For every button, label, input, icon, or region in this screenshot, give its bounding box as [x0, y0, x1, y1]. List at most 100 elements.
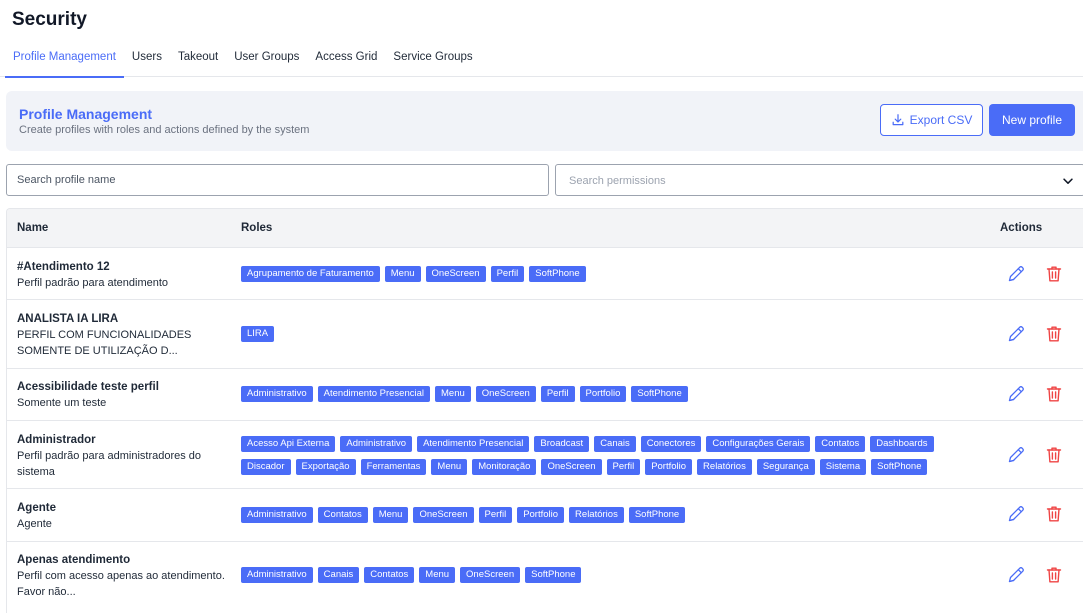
role-badge: Contatos — [815, 436, 866, 452]
profile-name: Apenas atendimento — [17, 554, 131, 566]
pencil-icon[interactable] — [1006, 445, 1026, 465]
role-badge: OneScreen — [541, 459, 602, 475]
trash-icon[interactable] — [1044, 445, 1064, 465]
trash-icon[interactable] — [1044, 565, 1064, 585]
profile-name-cell: Apenas atendimento Perfil com acesso apen… — [17, 552, 227, 600]
role-badge: Atendimento Presencial — [417, 436, 530, 452]
tab-takeout[interactable]: Takeout — [170, 44, 226, 77]
search-permissions-select[interactable]: Search permissions — [555, 164, 1083, 196]
pencil-icon[interactable] — [1006, 565, 1026, 585]
pencil-icon[interactable] — [1006, 504, 1026, 524]
trash-icon[interactable] — [1044, 264, 1064, 284]
role-badge: Administrativo — [241, 386, 313, 402]
role-badge: SoftPhone — [525, 567, 582, 583]
role-badge: SoftPhone — [628, 507, 686, 523]
profile-name-cell: Administrador Perfil padrão para administ… — [17, 432, 227, 480]
tab-users[interactable]: Users — [124, 44, 170, 77]
role-badge: OneScreen — [475, 386, 536, 402]
role-badge: Contatos — [364, 567, 415, 583]
page-title: Security — [12, 9, 87, 30]
role-badge: Menu — [372, 507, 409, 523]
trash-icon[interactable] — [1044, 504, 1064, 524]
profile-name-cell: Agente Agente — [17, 500, 227, 532]
section-subtitle: Create profiles with roles and actions d… — [19, 124, 310, 136]
role-badge: Sistema — [819, 459, 867, 475]
tab-bar: Profile Management Users Takeout User Gr… — [0, 44, 1083, 78]
pencil-icon[interactable] — [1006, 264, 1026, 284]
roles-list: Administrativo Atendimento Presencial Menu… — [241, 386, 971, 402]
table-row: Apenas atendimento Perfil com acesso apen… — [7, 542, 1083, 613]
role-badge: Agrupamento de Faturamento — [241, 266, 380, 282]
tab-service-groups[interactable]: Service Groups — [385, 44, 480, 77]
role-badge: Perfil — [478, 507, 513, 523]
tab-user-groups[interactable]: User Groups — [226, 44, 307, 77]
chevron-down-icon — [1063, 178, 1073, 184]
role-badge: Perfil — [540, 386, 575, 402]
role-badge: Contatos — [317, 507, 368, 523]
pencil-icon[interactable] — [1006, 324, 1026, 344]
profile-name: #Atendimento 12 — [17, 261, 110, 273]
role-badge: Administrativo — [241, 507, 313, 523]
role-badge: Relatórios — [569, 507, 624, 523]
profiles-table: Name Roles Actions #Atendimento 12 Perfil… — [6, 208, 1083, 613]
profile-description: Perfil com acesso apenas ao atendimento.… — [17, 570, 225, 598]
table-row: #Atendimento 12 Perfil padrão para atendi… — [7, 248, 1083, 300]
role-badge: Portfolio — [579, 386, 627, 402]
role-badge: Canais — [594, 436, 636, 452]
profile-name-cell: #Atendimento 12 Perfil padrão para atendi… — [17, 259, 227, 291]
role-badge: Administrativo — [241, 567, 313, 583]
role-badge: Perfil — [490, 266, 525, 282]
section-title: Profile Management — [19, 106, 153, 122]
role-badge: Ferramentas — [360, 459, 427, 475]
role-badge: Portfolio — [645, 459, 693, 475]
table-row: Administrador Perfil padrão para administ… — [7, 421, 1083, 489]
profile-description: Perfil padrão para atendimento — [17, 277, 169, 289]
role-badge: Monitoração — [472, 459, 537, 475]
role-badge: Atendimento Presencial — [317, 386, 431, 402]
role-badge: Relatórios — [697, 459, 752, 475]
tab-access-grid[interactable]: Access Grid — [307, 44, 385, 77]
role-badge: OneScreen — [413, 507, 474, 523]
export-csv-label: Export CSV — [909, 113, 973, 127]
roles-list: Administrativo Contatos Menu OneScreen Perfi… — [241, 507, 971, 523]
column-header-actions: Actions — [1000, 222, 1043, 234]
role-badge: Conectores — [640, 436, 702, 452]
profile-name: Administrador — [17, 434, 96, 446]
role-badge: Broadcast — [534, 436, 590, 452]
trash-icon[interactable] — [1044, 384, 1064, 404]
profile-name: ANALISTA IA LIRA — [17, 313, 119, 325]
role-badge: LIRA — [241, 326, 275, 342]
role-badge: Dashboards — [870, 436, 934, 452]
role-badge: Configurações Gerais — [706, 436, 811, 452]
table-row: Acessibilidade teste perfil Somente um te… — [7, 369, 1083, 421]
role-badge: Canais — [317, 567, 360, 583]
download-icon — [892, 114, 904, 126]
search-permissions-placeholder: Search permissions — [569, 175, 666, 187]
trash-icon[interactable] — [1044, 324, 1064, 344]
roles-list: Acesso Api Externa Administrativo Atendime… — [241, 436, 971, 475]
export-csv-button[interactable]: Export CSV — [880, 104, 983, 136]
tab-profile-management[interactable]: Profile Management — [5, 44, 124, 78]
role-badge: Menu — [431, 459, 468, 475]
roles-list: LIRA — [241, 326, 971, 342]
pencil-icon[interactable] — [1006, 384, 1026, 404]
search-profile-input[interactable] — [6, 164, 549, 196]
column-header-roles: Roles — [241, 222, 273, 234]
role-badge: Portfolio — [517, 507, 565, 523]
roles-list: Administrativo Canais Contatos Menu OneScree… — [241, 567, 971, 583]
role-badge: Acesso Api Externa — [241, 436, 336, 452]
table-header: Name Roles Actions — [7, 209, 1083, 248]
profile-name: Agente — [17, 502, 56, 514]
new-profile-button[interactable]: New profile — [989, 104, 1075, 136]
role-badge: Discador — [241, 459, 291, 475]
role-badge: Segurança — [756, 459, 815, 475]
profile-description: Agente — [17, 518, 52, 530]
profile-management-header: Profile Management Create profiles with … — [6, 91, 1083, 151]
role-badge: SoftPhone — [529, 266, 586, 282]
profile-name-cell: ANALISTA IA LIRA PERFIL COM FUNCIONALIDAD… — [17, 311, 227, 359]
role-badge: SoftPhone — [631, 386, 688, 402]
table-row: Agente Agente Administrativo Contatos Menu On… — [7, 489, 1083, 542]
profile-description: Perfil padrão para administradores do si… — [17, 450, 202, 478]
profile-description: Somente um teste — [17, 397, 107, 409]
role-badge: Administrativo — [340, 436, 413, 452]
